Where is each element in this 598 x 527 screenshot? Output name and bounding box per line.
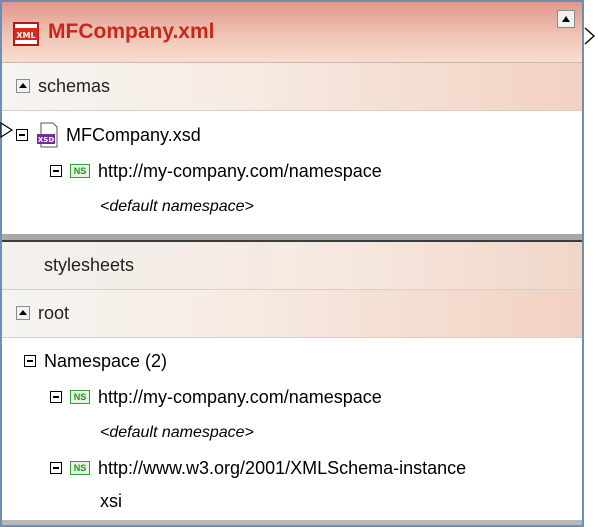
root-section-header[interactable]: root xyxy=(2,290,582,337)
namespace-group-label: Namespace (2) xyxy=(44,350,168,371)
namespace-row[interactable]: NS http://my-company.com/namespace xyxy=(50,158,382,184)
collapse-button[interactable] xyxy=(557,10,575,28)
pointer-arrow-icon xyxy=(0,122,14,138)
divider xyxy=(2,337,582,338)
tree-collapse-icon[interactable] xyxy=(24,355,36,367)
xsd-file-icon: XSD xyxy=(37,122,58,148)
divider xyxy=(2,110,582,111)
namespace-uri: http://my-company.com/namespace xyxy=(98,160,382,181)
tree-collapse-icon[interactable] xyxy=(50,165,62,177)
stylesheets-label: stylesheets xyxy=(44,255,135,275)
namespace-uri: http://www.w3.org/2001/XMLSchema-instanc… xyxy=(98,457,467,478)
namespace-prefix: xsi xyxy=(100,490,122,511)
document-title: MFCompany.xml xyxy=(48,20,215,43)
edge-resize-icon[interactable] xyxy=(584,26,596,46)
tree-collapse-icon[interactable] xyxy=(50,391,62,403)
namespace-icon: NS xyxy=(70,461,90,475)
namespace-prefix-row: <default namespace> xyxy=(100,420,254,446)
svg-text:XML: XML xyxy=(16,31,35,40)
namespace-prefix-row: <default namespace> xyxy=(100,194,254,220)
root-collapse-icon[interactable] xyxy=(16,306,30,320)
schema-file-name: MFCompany.xsd xyxy=(66,124,201,145)
stylesheets-section-header[interactable]: stylesheets xyxy=(2,242,582,289)
namespace-prefix: <default namespace> xyxy=(100,198,254,215)
namespace-prefix: <default namespace> xyxy=(100,424,254,441)
namespace-icon: NS xyxy=(70,390,90,404)
namespace-icon: NS xyxy=(70,164,90,178)
namespace-row[interactable]: NS http://www.w3.org/2001/XMLSchema-inst… xyxy=(50,455,466,481)
tree-collapse-icon[interactable] xyxy=(50,462,62,474)
namespace-prefix-row: xsi xyxy=(100,488,122,514)
title-bar: XML MFCompany.xml xyxy=(2,2,582,63)
schemas-collapse-icon[interactable] xyxy=(16,79,30,93)
project-panel: XML MFCompany.xml schemas XSD MFCompany.… xyxy=(0,0,584,527)
schemas-label: schemas xyxy=(38,76,111,96)
namespace-row[interactable]: NS http://my-company.com/namespace xyxy=(50,384,382,410)
namespace-group-row[interactable]: Namespace (2) xyxy=(24,348,167,374)
schemas-section-header[interactable]: schemas xyxy=(2,63,582,110)
tree-collapse-icon[interactable] xyxy=(16,129,28,141)
root-label: root xyxy=(38,303,70,323)
schema-file-row[interactable]: XSD MFCompany.xsd xyxy=(16,122,201,148)
bottom-splitter[interactable] xyxy=(2,520,582,525)
xml-file-icon: XML xyxy=(13,22,39,46)
svg-text:XSD: XSD xyxy=(38,136,54,144)
section-splitter[interactable] xyxy=(2,234,582,242)
namespace-uri: http://my-company.com/namespace xyxy=(98,386,382,407)
